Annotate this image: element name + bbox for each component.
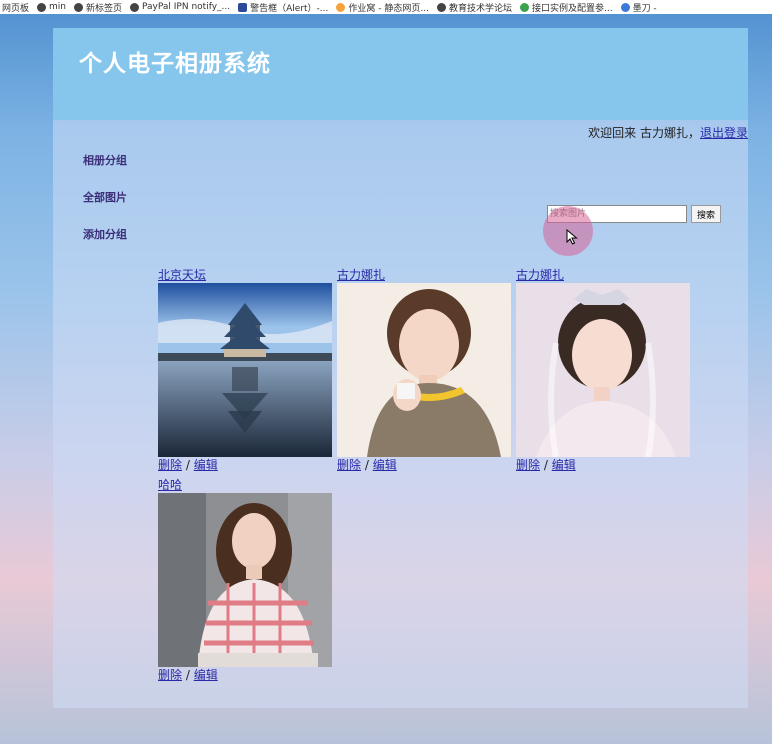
photo-card: 北京天坛 删除 / 编辑 — [158, 268, 332, 473]
separator: / — [543, 458, 548, 472]
edit-link[interactable]: 编辑 — [194, 458, 218, 472]
bookmark-label: min — [49, 2, 66, 12]
search-button[interactable]: 搜索 — [691, 205, 722, 223]
bookmark-label: 教育技术学论坛 — [448, 3, 512, 14]
homework-icon — [336, 2, 346, 12]
bootstrap-icon — [238, 2, 248, 12]
separator: / — [185, 458, 190, 472]
photo-title-link[interactable]: 古力娜扎 — [337, 268, 511, 283]
bookmark-label: 作业窝 - 静态网页... — [348, 3, 429, 14]
photo-portrait[interactable] — [516, 283, 690, 457]
logout-link[interactable]: 退出登录 — [700, 126, 748, 140]
photo-card: 古力娜扎 删除 / 编辑 — [337, 268, 511, 473]
bookmark-label: 警告框（Alert）-... — [250, 3, 329, 14]
bookmark-label: PayPal IPN notify_... — [142, 2, 231, 12]
separator: / — [185, 668, 190, 682]
photo-card: 古力娜扎 删除 / 编辑 — [516, 268, 690, 473]
bookmark-item[interactable]: 墨刀 - — [620, 1, 657, 14]
photo-title-link[interactable]: 哈哈 — [158, 478, 332, 493]
delete-link[interactable]: 删除 — [158, 458, 182, 472]
photo-actions: 删除 / 编辑 — [158, 458, 332, 473]
photo-title-link[interactable]: 古力娜扎 — [516, 268, 690, 283]
edit-link[interactable]: 编辑 — [373, 458, 397, 472]
album-page: 个人电子相册系统 欢迎回来 古力娜扎，退出登录 相册分组 全部图片 添加分组 搜… — [53, 28, 748, 708]
delete-link[interactable]: 删除 — [158, 668, 182, 682]
mouse-cursor-icon — [566, 229, 578, 245]
delete-link[interactable]: 删除 — [337, 458, 361, 472]
bookmark-item[interactable]: 警告框（Alert）-... — [238, 1, 328, 14]
sidebar-item-add-group[interactable]: 添加分组 — [83, 226, 127, 242]
bookmark-item[interactable]: 接口实例及配置参... — [519, 1, 613, 14]
welcome-text: 欢迎回来 古力娜扎， — [588, 126, 700, 140]
photo-portrait[interactable] — [337, 283, 511, 457]
bookmark-item[interactable]: 教育技术学论坛 — [436, 1, 512, 14]
globe-icon — [436, 2, 446, 12]
paypal-icon — [130, 2, 140, 12]
page-header: 个人电子相册系统 — [53, 28, 748, 120]
photo-actions: 删除 / 编辑 — [337, 458, 511, 473]
bookmark-label: 新标签页 — [86, 3, 123, 14]
welcome-bar: 欢迎回来 古力娜扎，退出登录 — [588, 124, 748, 141]
separator: / — [364, 458, 369, 472]
globe-icon — [74, 2, 83, 12]
sidebar-item-album-groups[interactable]: 相册分组 — [83, 152, 127, 168]
photo-temple-of-heaven[interactable] — [158, 283, 332, 457]
bookmark-item[interactable]: 作业窝 - 静态网页... — [336, 1, 429, 14]
bookmark-item[interactable]: PayPal IPN notify_... — [130, 2, 230, 12]
photo-portrait[interactable] — [158, 493, 332, 667]
api-icon — [519, 2, 529, 12]
photo-actions: 删除 / 编辑 — [516, 458, 690, 473]
page-title: 个人电子相册系统 — [79, 51, 271, 77]
photo-title-link[interactable]: 北京天坛 — [158, 268, 332, 283]
photo-actions: 删除 / 编辑 — [158, 668, 332, 683]
sidebar-nav: 相册分组 全部图片 添加分组 — [83, 152, 127, 263]
globe-icon — [37, 2, 47, 12]
bookmark-label: 墨刀 - — [632, 3, 657, 14]
bookmark-label: 接口实例及配置参... — [531, 3, 613, 14]
bookmark-item[interactable]: min — [37, 2, 66, 12]
bookmarks-bar: 网页板 min 新标签页 PayPal IPN notify_... 警告框（A… — [0, 0, 772, 14]
bookmark-item[interactable]: 网页板 — [2, 1, 29, 14]
photo-card: 哈哈 删除 / 编辑 — [158, 478, 332, 683]
sidebar-item-all-photos[interactable]: 全部图片 — [83, 189, 127, 205]
bookmark-label: 网页板 — [2, 3, 30, 14]
edit-link[interactable]: 编辑 — [194, 668, 218, 682]
delete-link[interactable]: 删除 — [516, 458, 540, 472]
edit-link[interactable]: 编辑 — [552, 458, 576, 472]
bookmark-item[interactable]: 新标签页 — [74, 1, 122, 14]
modao-icon — [620, 2, 630, 12]
